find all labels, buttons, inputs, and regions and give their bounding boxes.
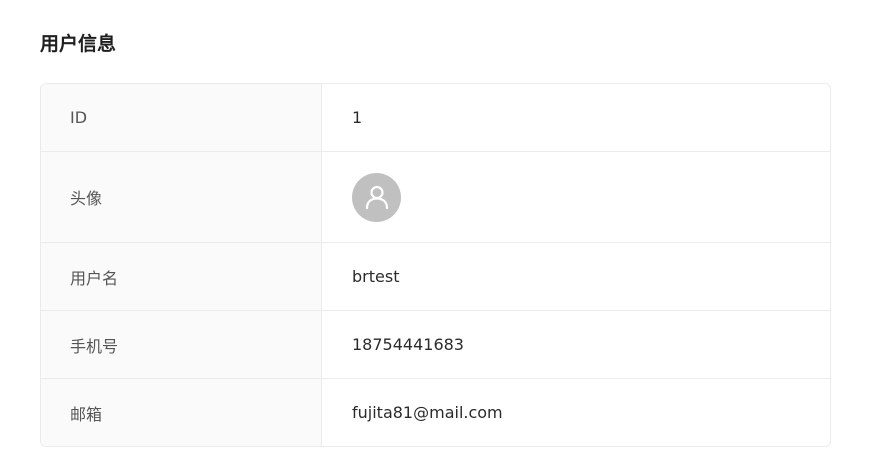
person-icon: [365, 185, 388, 210]
label-email: 邮箱: [41, 379, 322, 446]
row-id: ID 1: [41, 84, 830, 152]
label-id: ID: [41, 84, 322, 151]
value-phone: 18754441683: [352, 335, 464, 354]
value-email: fujita81@mail.com: [352, 403, 503, 422]
value-avatar: [322, 152, 830, 242]
user-avatar-icon: [352, 172, 401, 222]
user-info-descriptions: ID 1 头像 用户名 brtest 手机号 18754441683 邮箱 fu…: [40, 83, 831, 447]
row-phone: 手机号 18754441683: [41, 311, 830, 379]
row-avatar: 头像: [41, 152, 830, 243]
row-email: 邮箱 fujita81@mail.com: [41, 379, 830, 446]
value-username: brtest: [352, 267, 400, 286]
label-avatar: 头像: [41, 152, 322, 242]
row-username: 用户名 brtest: [41, 243, 830, 311]
label-phone: 手机号: [41, 311, 322, 378]
value-id: 1: [352, 108, 363, 127]
page-title: 用户信息: [40, 33, 117, 55]
label-username: 用户名: [41, 243, 322, 310]
